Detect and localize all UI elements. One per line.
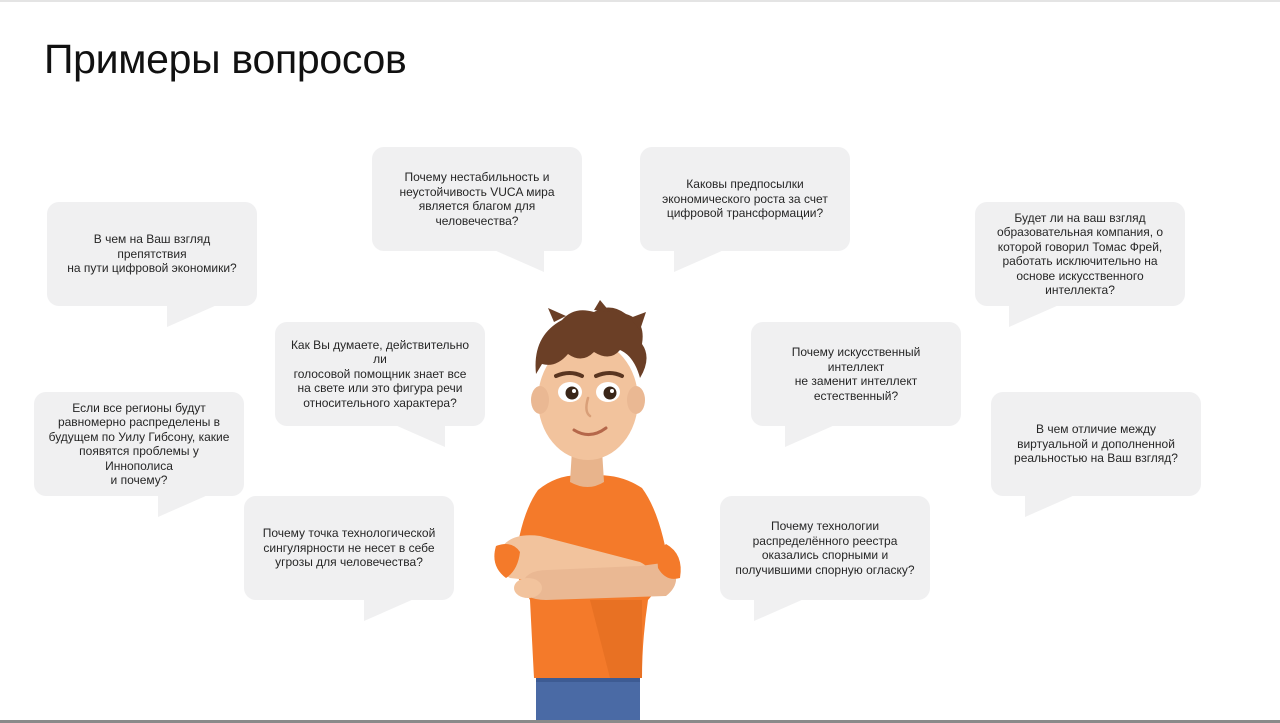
bubble-tail [754,599,804,621]
question-text-8: В чем отличие между виртуальной и дополн… [1014,422,1178,466]
top-divider [0,0,1280,2]
bubble-tail [395,425,445,447]
question-text-6: Почему искусственный интеллект не замени… [791,345,921,403]
bubble-tail [494,250,544,272]
question-bubble-5: Как Вы думаете, действительно ли голосов… [275,322,485,447]
question-bubble-1: В чем на Ваш взгляд препятствия на пути … [47,202,257,327]
question-bubble-2: Почему нестабильность и неустойчивость V… [372,147,582,272]
question-text-3: Каковы предпосылки экономического роста … [662,177,828,221]
bubble-tail [167,305,217,327]
question-bubble-3: Каковы предпосылки экономического роста … [640,147,850,272]
question-text-1: В чем на Ваш взгляд препятствия на пути … [67,232,237,276]
question-text-10: Почему технологии распределённого реестр… [735,519,915,577]
question-text-2: Почему нестабильность и неустойчивость V… [399,170,555,228]
bubble-tail [1009,305,1059,327]
question-bubble-10: Почему технологии распределённого реестр… [720,496,930,621]
page-title: Примеры вопросов [44,36,407,82]
bubble-tail [785,425,835,447]
bubble-tail [364,599,414,621]
jeans [536,672,640,723]
bubble-tail [1025,495,1075,517]
question-bubble-8: В чем отличие между виртуальной и дополн… [991,392,1201,517]
question-bubble-7: Если все регионы будут равномерно распре… [34,392,244,517]
question-bubble-9: Почему точка технологической сингулярнос… [244,496,454,621]
bubble-tail [674,250,724,272]
question-text-7: Если все регионы будут равномерно распре… [48,400,230,488]
question-text-4: Будет ли на ваш взгляд образовательная к… [996,210,1164,298]
bubble-tail [158,495,208,517]
cartoon-character-icon [494,300,681,723]
question-text-5: Как Вы думаете, действительно ли голосов… [290,337,470,410]
question-bubble-6: Почему искусственный интеллект не замени… [751,322,961,447]
question-bubble-4: Будет ли на ваш взгляд образовательная к… [975,202,1185,327]
question-text-9: Почему точка технологической сингулярнос… [262,526,436,570]
